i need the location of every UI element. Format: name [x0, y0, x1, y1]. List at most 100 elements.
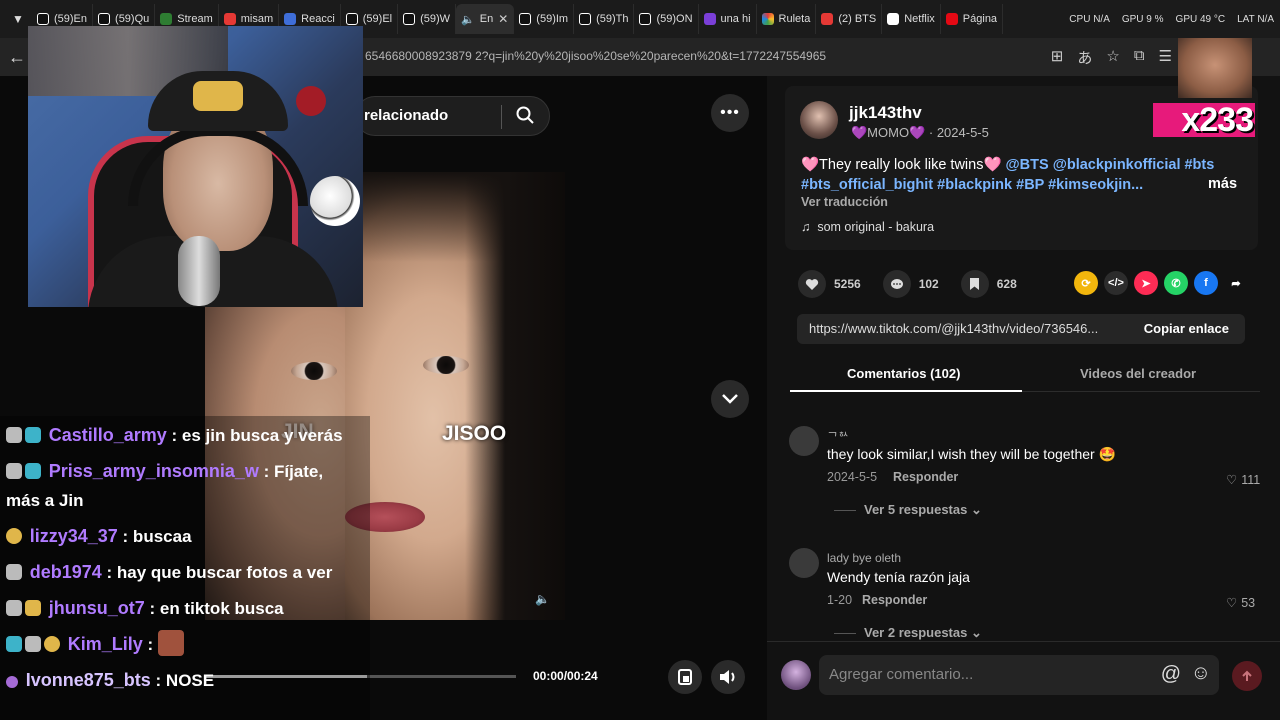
browser-tab-active[interactable]: 🔈 En ✕	[456, 4, 515, 34]
music-info[interactable]: ♫ som original - bakura	[801, 220, 934, 234]
whatsapp-icon[interactable]: ✆	[1164, 271, 1188, 295]
badge-icon	[25, 427, 41, 443]
browser-tab[interactable]: Netflix	[882, 4, 941, 34]
chat-text: : Fíjate,	[263, 462, 324, 481]
see-more-button[interactable]: más	[1208, 176, 1237, 192]
tab-favicon-icon	[98, 13, 111, 25]
translate-icon[interactable]: あ	[1077, 47, 1092, 68]
extensions-icon[interactable]: ⧉	[1134, 47, 1145, 68]
creator-avatar[interactable]	[800, 101, 838, 139]
comment-like-count: 111	[1241, 472, 1261, 487]
tab-favicon-icon	[579, 13, 592, 25]
pip-button[interactable]	[668, 660, 702, 694]
app-grid-icon[interactable]: ⊞	[1051, 47, 1064, 68]
tab-label: Página	[962, 13, 998, 25]
badge-icon	[25, 463, 41, 479]
post-comment-button[interactable]	[1232, 661, 1262, 691]
favorite-star-icon[interactable]: ☆	[1106, 47, 1119, 68]
mention-icon[interactable]: @	[1161, 663, 1181, 686]
share-arrow-icon[interactable]: ➦	[1224, 271, 1248, 295]
comment-like-button[interactable]: ♡ 111	[1226, 472, 1261, 488]
facebook-icon[interactable]: f	[1194, 271, 1218, 295]
view-replies-button[interactable]: Ver 5 respuestas ⌄	[834, 502, 982, 518]
embed-code-icon[interactable]: </>	[1104, 271, 1128, 295]
reply-button[interactable]: Responder	[893, 470, 958, 484]
creator-username[interactable]: jjk143thv	[849, 103, 922, 123]
comment-like-count: 53	[1241, 595, 1256, 610]
comment-date: 1-20	[827, 593, 853, 607]
browser-tab[interactable]: (2) BTS	[816, 4, 883, 34]
chat-message: deb1974 : hay que buscar fotos a ver	[6, 557, 332, 588]
save-button[interactable]: 628	[960, 270, 1017, 298]
comment-like-button[interactable]: ♡ 53	[1226, 595, 1256, 611]
volume-button[interactable]	[711, 660, 745, 694]
close-tab-icon[interactable]: ✕	[498, 12, 508, 26]
picture-in-picture-icon	[678, 669, 692, 685]
tab-favicon-icon	[945, 13, 958, 25]
tab-label: Stream	[177, 13, 213, 25]
tab-label: En	[479, 13, 494, 25]
mute-indicator-icon[interactable]: 🔈	[535, 592, 550, 606]
heart-outline-icon: ♡	[1226, 473, 1238, 487]
commenter-name[interactable]: ᄀᄒᄉ	[827, 428, 849, 445]
speaker-icon: 🔈	[461, 13, 475, 26]
repost-icon[interactable]: ⟳	[1074, 271, 1098, 295]
browser-tab[interactable]: Ruleta	[757, 4, 817, 34]
tab-comments[interactable]: Comentarios (102)	[847, 366, 960, 381]
description-text: 🩷They really look like twins🩷	[801, 157, 1002, 173]
browser-tab[interactable]: (59)ON	[634, 4, 699, 34]
comments-tabs: Comentarios (102) Videos del creador	[790, 360, 1260, 392]
commenter-avatar[interactable]	[789, 426, 819, 456]
video-link-box: https://www.tiktok.com/@jjk143thv/video/…	[797, 314, 1245, 344]
badge-icon	[6, 528, 22, 544]
tab-favicon-icon	[519, 13, 532, 25]
description-tags-2[interactable]: #bts_official_bighit #blackpink #BP #kim…	[801, 177, 1143, 193]
browser-tab[interactable]: (59)W	[398, 4, 457, 34]
chat-message: Kim_Lily :	[6, 629, 184, 660]
send-to-friend-icon[interactable]: ➤	[1134, 271, 1158, 295]
related-search-bar[interactable]: relacionado	[355, 96, 550, 136]
gpu-stat: GPU 9 %	[1121, 13, 1164, 25]
reaction-face-overlay	[1178, 38, 1252, 98]
comment-text: Wendy tenía razón jaja	[827, 569, 970, 585]
commenter-avatar[interactable]	[789, 548, 819, 578]
tab-creator-videos[interactable]: Videos del creador	[1080, 366, 1196, 381]
chat-username: lizzy34_37	[29, 526, 118, 546]
screen: ▼ (59)En (59)Qu Stream misam Reacci (59)…	[0, 0, 1280, 720]
commenter-name[interactable]: lady bye oleth	[827, 551, 901, 565]
like-button[interactable]: 5256	[798, 270, 861, 298]
streamer-webcam	[28, 26, 363, 307]
browser-tab[interactable]: (59)Im	[514, 4, 575, 34]
comment-count: 102	[918, 277, 939, 291]
url-field[interactable]: 6546680008923879 2?q=jin%20y%20jisoo%20s…	[365, 49, 826, 63]
chat-username: deb1974	[29, 562, 102, 582]
emoji-icon[interactable]: ☺	[1191, 662, 1211, 685]
view-replies-button[interactable]: Ver 2 respuestas ⌄	[834, 625, 982, 641]
description-tags[interactable]: @BTS @blackpinkofficial #bts	[1006, 157, 1215, 173]
browser-tab[interactable]: una hi	[699, 4, 757, 34]
arrow-up-icon	[1242, 670, 1252, 681]
hair-right	[465, 172, 565, 620]
tab-label: (2) BTS	[838, 13, 877, 25]
next-video-button[interactable]	[711, 380, 749, 418]
browser-tab[interactable]: (59)Th	[574, 4, 635, 34]
comment-button[interactable]: 102	[882, 270, 939, 298]
comment-bubble-icon	[882, 270, 911, 298]
back-arrow-icon[interactable]: ←	[8, 47, 26, 68]
more-options-button[interactable]: •••	[711, 94, 749, 132]
badge-icon	[6, 564, 22, 580]
see-translation-link[interactable]: Ver traducción	[801, 195, 888, 209]
copy-link-button[interactable]: Copiar enlace	[1144, 321, 1229, 336]
search-icon[interactable]	[515, 105, 535, 125]
chat-text: : NOSE	[155, 671, 215, 690]
chat-text: : hay que buscar fotos a ver	[106, 563, 333, 582]
chat-message: Priss_army_insomnia_w : Fíjate,	[6, 456, 323, 487]
video-link[interactable]: https://www.tiktok.com/@jjk143thv/video/…	[809, 321, 1098, 336]
reply-button[interactable]: Responder	[862, 593, 927, 607]
chevron-down-icon: ⌄	[970, 502, 982, 517]
share-buttons: ⟳ </> ➤ ✆ f ➦	[1074, 271, 1248, 295]
collections-icon[interactable]: ☰	[1159, 47, 1172, 68]
browser-tab[interactable]: Página	[941, 4, 1004, 34]
comment-input[interactable]: Agregar comentario... @ ☺	[819, 655, 1219, 695]
chat-username: jhunsu_ot7	[48, 598, 145, 618]
